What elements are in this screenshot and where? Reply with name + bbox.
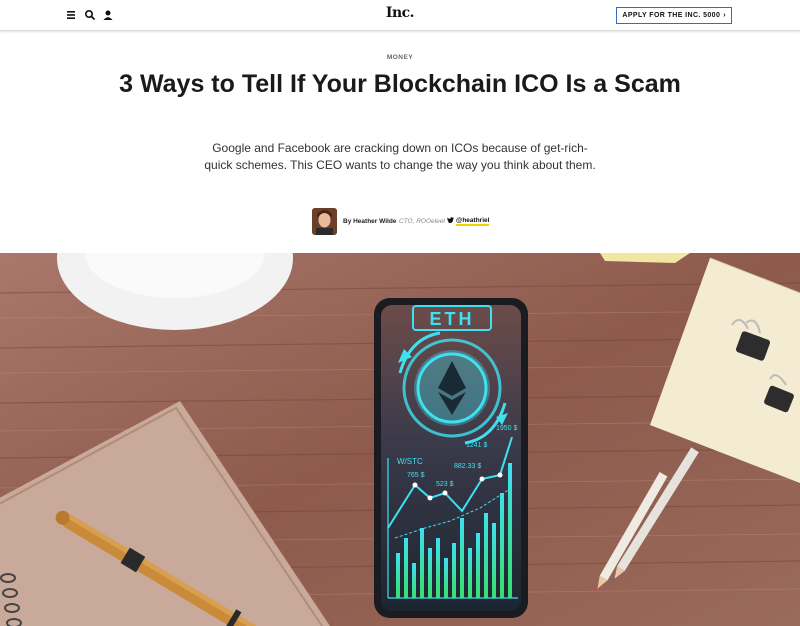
apply-inc5000-button[interactable]: APPLY FOR THE INC. 5000 › [616,7,732,24]
value-1950: 1950 $ [496,425,518,432]
eth-label: ETH [430,309,475,329]
value-523: 523 $ [436,481,454,488]
article-title: 3 Ways to Tell If Your Blockchain ICO Is… [119,70,681,98]
twitter-bird-icon [447,217,454,224]
author-name[interactable]: By Heather Wilde [343,218,396,225]
value-882: 882.33 $ [454,463,481,470]
top-nav-bar: Inc. APPLY FOR THE INC. 5000 › [0,0,800,31]
value-1241: 1241 $ [466,442,488,449]
chevron-right-icon: › [723,12,726,19]
chart-label: W/STC [397,457,423,466]
author-avatar[interactable] [312,208,337,235]
author-role: CTO, ROOeleet [399,218,446,225]
twitter-handle: @heathriel [456,217,490,226]
article-dek: Google and Facebook are cracking down on… [204,141,596,172]
hero-image: ETH W/STC 1950 $ 1241 $ 882.33 $ 765 $ 5… [0,253,800,626]
value-765: 765 $ [407,472,425,479]
author-twitter[interactable]: @heathriel [447,217,490,226]
cta-label: APPLY FOR THE INC. 5000 [622,12,721,19]
category-label[interactable]: MONEY [0,54,800,61]
